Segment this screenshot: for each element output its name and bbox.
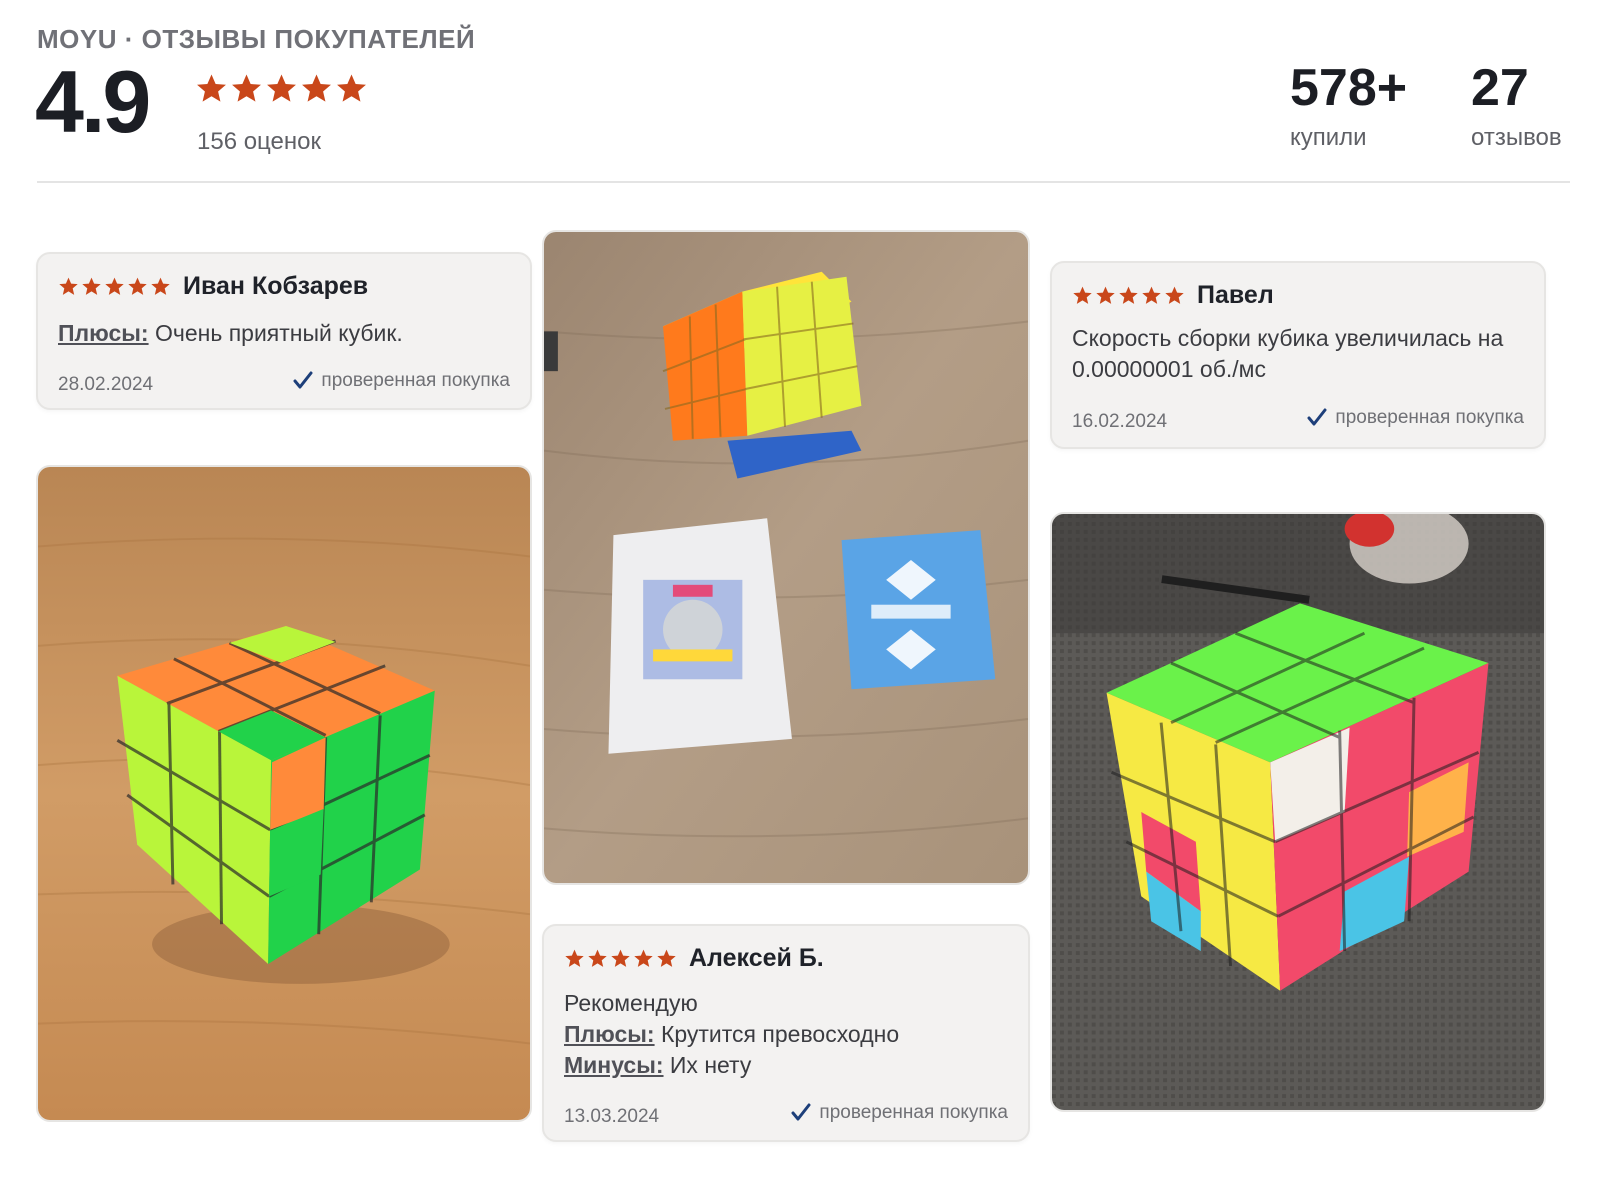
review-card: Павел Скорость сборки кубика увеличилась…	[1050, 261, 1546, 449]
review-text: Рекомендую Плюсы: Крутится превосходно М…	[564, 988, 1010, 1081]
review-stars	[564, 948, 677, 969]
review-header: Павел	[1072, 281, 1274, 310]
review-author: Алексей Б.	[689, 944, 824, 972]
verified-purchase: проверенная покупка	[791, 1102, 1008, 1124]
review-line-text: Рекомендую	[564, 990, 698, 1016]
star-icon	[151, 277, 170, 295]
review-photo-image	[38, 467, 530, 1120]
verified-label: проверенная покупка	[321, 370, 510, 391]
star-icon	[302, 74, 331, 102]
ratings-count: 156 оценок	[197, 128, 321, 155]
star-icon	[1096, 286, 1115, 304]
page-brand-title: MOYU · ОТЗЫВЫ ПОКУПАТЕЛЕЙ	[37, 24, 476, 54]
star-icon	[128, 277, 147, 295]
review-line: Рекомендую	[564, 988, 1010, 1019]
review-card: Алексей Б. Рекомендую Плюсы: Крутится пр…	[542, 924, 1030, 1142]
stat-reviews: 27 отзывов	[1471, 62, 1562, 152]
verified-purchase: проверенная покупка	[293, 370, 510, 392]
star-icon	[59, 277, 78, 295]
cons-label: Минусы:	[564, 1052, 664, 1078]
review-line-text: Скорость сборки кубика увеличилась на 0.…	[1072, 325, 1504, 382]
pros-text: Очень приятный кубик.	[148, 320, 403, 346]
star-icon	[565, 949, 584, 967]
review-author: Павел	[1197, 281, 1274, 309]
review-date: 16.02.2024	[1072, 411, 1168, 432]
stat-reviews-label: отзывов	[1471, 124, 1562, 151]
review-date: 28.02.2024	[58, 374, 154, 395]
stat-bought-label: купили	[1290, 124, 1367, 151]
pros-label: Плюсы:	[58, 320, 149, 346]
checkmark-icon	[791, 1103, 811, 1121]
review-header: Алексей Б.	[564, 944, 824, 973]
pros-text: Крутится превосходно	[654, 1021, 900, 1047]
star-icon	[267, 74, 296, 102]
checkmark-icon	[1307, 408, 1327, 426]
review-photo[interactable]	[36, 465, 532, 1122]
cons-text: Их нету	[663, 1052, 752, 1078]
review-author: Иван Кобзарев	[183, 272, 369, 300]
checkmark-icon	[293, 371, 313, 389]
rating-stars	[195, 72, 368, 105]
review-card: Иван Кобзарев Плюсы: Очень приятный куби…	[36, 252, 532, 410]
review-header: Иван Кобзарев	[58, 272, 368, 301]
review-photo-image	[544, 232, 1028, 883]
review-line: Плюсы: Крутится превосходно	[564, 1019, 1010, 1050]
review-text: Скорость сборки кубика увеличилась на 0.…	[1072, 323, 1526, 385]
pros-label: Плюсы:	[564, 1021, 655, 1047]
stat-bought: 578+ купили	[1290, 62, 1407, 152]
review-stars	[1072, 285, 1185, 306]
review-text: Плюсы: Очень приятный кубик.	[58, 318, 512, 349]
review-photo[interactable]	[1050, 512, 1546, 1112]
review-stars	[58, 276, 171, 297]
review-date: 13.03.2024	[564, 1106, 660, 1127]
star-icon	[105, 277, 124, 295]
star-icon	[232, 74, 261, 102]
verified-purchase: проверенная покупка	[1307, 407, 1524, 429]
stat-reviews-value: 27	[1471, 59, 1529, 117]
star-icon	[337, 74, 366, 102]
star-icon	[657, 949, 676, 967]
review-line: Минусы: Их нету	[564, 1050, 1010, 1081]
star-icon	[588, 949, 607, 967]
star-icon	[611, 949, 630, 967]
star-icon	[1165, 286, 1184, 304]
star-icon	[1073, 286, 1092, 304]
star-icon	[197, 74, 226, 102]
header-divider	[37, 181, 1570, 183]
stat-bought-value: 578+	[1290, 59, 1408, 117]
star-icon	[82, 277, 101, 295]
star-icon	[634, 949, 653, 967]
verified-label: проверенная покупка	[1335, 407, 1524, 428]
average-rating: 4.9	[35, 52, 151, 151]
star-icon	[1142, 286, 1161, 304]
review-photo[interactable]	[542, 230, 1030, 885]
review-photo-image	[1052, 514, 1544, 1110]
star-icon	[1119, 286, 1138, 304]
verified-label: проверенная покупка	[819, 1102, 1008, 1123]
